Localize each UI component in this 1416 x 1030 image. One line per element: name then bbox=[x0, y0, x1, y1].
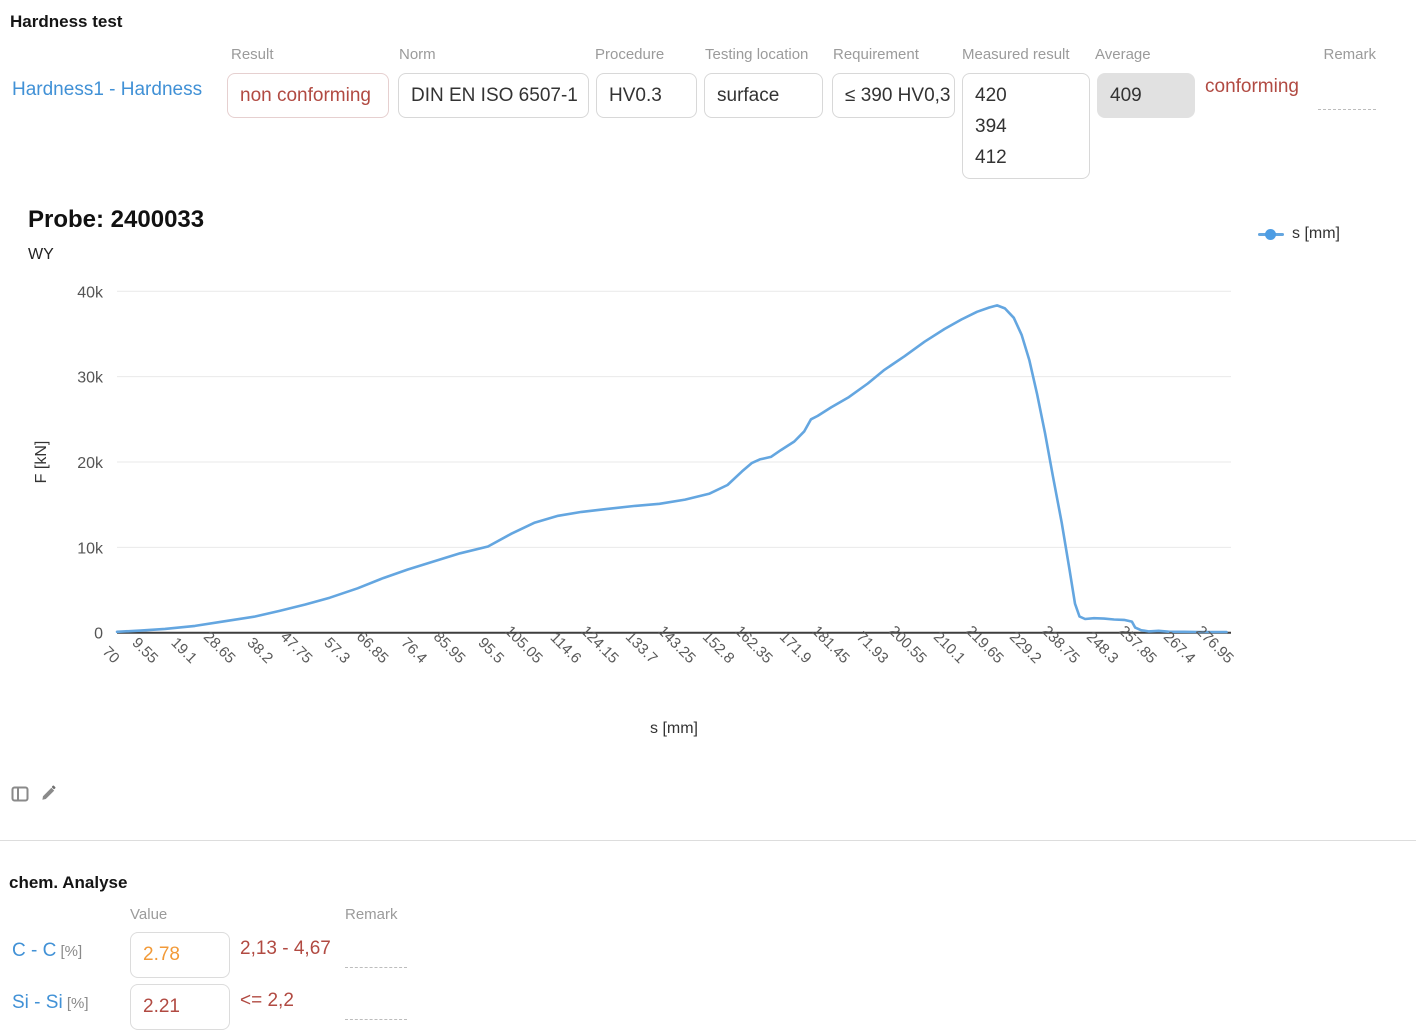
result-field[interactable]: non conforming bbox=[227, 73, 389, 118]
chem-requirement: <= 2,2 bbox=[240, 990, 294, 1012]
chem-element-label: C - C [%] bbox=[12, 940, 82, 962]
measured-result-field[interactable]: 420394412 bbox=[962, 73, 1090, 179]
section-divider bbox=[0, 840, 1416, 841]
requirement-field[interactable]: ≤ 390 HV0,3 bbox=[832, 73, 955, 118]
chem-remark-input[interactable] bbox=[345, 1019, 407, 1020]
hardness-row-link[interactable]: Hardness1 - Hardness bbox=[12, 79, 202, 101]
y-tick-label: 0 bbox=[94, 626, 103, 643]
table-view-button[interactable] bbox=[11, 785, 29, 808]
chem-remark-input[interactable] bbox=[345, 967, 407, 968]
table-columns-icon bbox=[11, 785, 29, 803]
y-tick-label: 40k bbox=[77, 284, 104, 301]
legend-dot-icon bbox=[1265, 229, 1276, 240]
element-unit: [%] bbox=[56, 943, 82, 960]
norm-field[interactable]: DIN EN ISO 6507-1 bbox=[398, 73, 589, 118]
y-tick-label: 20k bbox=[77, 455, 104, 472]
chem-header-remark: Remark bbox=[345, 906, 398, 923]
chem-requirement: 2,13 - 4,67 bbox=[240, 938, 331, 960]
measured-value: 412 bbox=[975, 142, 1089, 173]
measured-value: 420 bbox=[975, 80, 1089, 111]
legend-line-icon bbox=[1258, 233, 1284, 236]
header-norm: Norm bbox=[399, 46, 436, 63]
legend-label: s [mm] bbox=[1292, 225, 1340, 243]
header-testing-location: Testing location bbox=[705, 46, 808, 63]
header-remark: Remark bbox=[1316, 46, 1376, 63]
chem-value-field[interactable]: 2.21 bbox=[130, 984, 230, 1030]
edit-chart-button[interactable] bbox=[39, 783, 59, 808]
header-result: Result bbox=[231, 46, 274, 63]
y-axis-title: F [kN] bbox=[33, 441, 50, 484]
chem-header-value: Value bbox=[130, 906, 167, 923]
chart-title: Probe: 2400033 bbox=[28, 206, 204, 234]
y-tick-label: 30k bbox=[77, 370, 104, 387]
x-axis-title: s [mm] bbox=[117, 720, 1231, 738]
average-field: 409 bbox=[1097, 73, 1195, 118]
pencil-icon bbox=[39, 783, 59, 803]
chem-value-field[interactable]: 2.78 bbox=[130, 932, 230, 978]
procedure-field[interactable]: HV0.3 bbox=[596, 73, 697, 118]
element-unit: [%] bbox=[63, 995, 89, 1012]
legend-item[interactable]: s [mm] bbox=[1258, 225, 1340, 243]
chem-element-label: Si - Si [%] bbox=[12, 992, 89, 1014]
header-procedure: Procedure bbox=[595, 46, 664, 63]
hardness-section-title: Hardness test bbox=[10, 12, 122, 32]
element-name[interactable]: Si - Si bbox=[12, 992, 63, 1013]
chart-subtitle: WY bbox=[28, 246, 54, 264]
header-measured-result: Measured result bbox=[962, 46, 1070, 63]
testing-location-field[interactable]: surface bbox=[704, 73, 823, 118]
measured-value: 394 bbox=[975, 111, 1089, 142]
series-line[interactable] bbox=[117, 305, 1227, 632]
y-tick-label: 10k bbox=[77, 540, 104, 557]
header-requirement: Requirement bbox=[833, 46, 919, 63]
element-name[interactable]: C - C bbox=[12, 940, 56, 961]
hardness-remark-input[interactable] bbox=[1318, 109, 1376, 110]
evaluation-text: conforming bbox=[1205, 76, 1299, 98]
header-average: Average bbox=[1095, 46, 1151, 63]
chem-section-title: chem. Analyse bbox=[9, 873, 127, 893]
quality-report-page: Hardness test Result Norm Procedure Test… bbox=[0, 0, 1416, 1027]
